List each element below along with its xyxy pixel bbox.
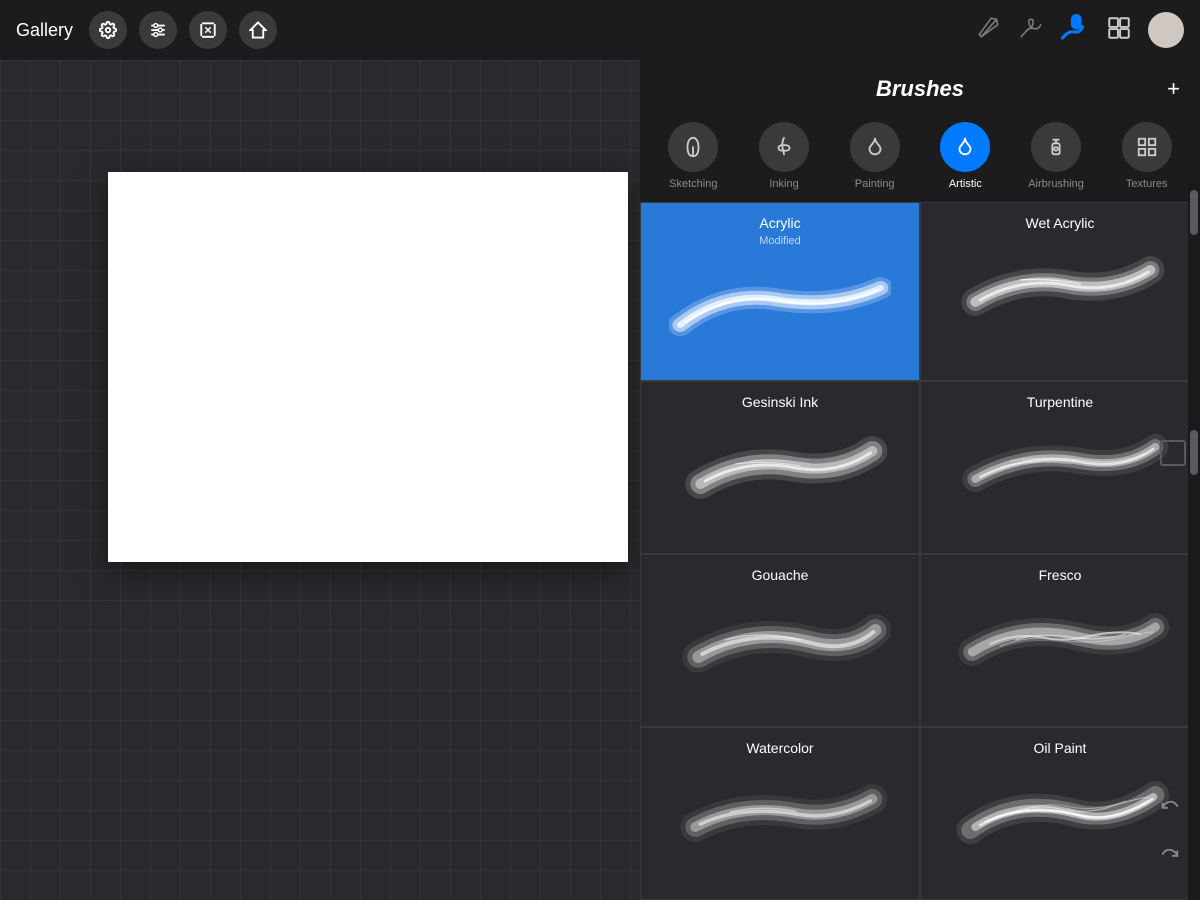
- inking-label: Inking: [769, 178, 798, 190]
- artistic-label: Artistic: [949, 178, 982, 190]
- painting-icon: [850, 122, 900, 172]
- brush-watercolor[interactable]: Watercolor: [640, 727, 920, 900]
- brush-watercolor-name: Watercolor: [746, 740, 813, 756]
- airbrushing-label: Airbrushing: [1028, 178, 1084, 190]
- toolbar-left-icons: [89, 11, 277, 49]
- brush-oil-paint-stroke: [929, 760, 1191, 860]
- brush-wet-acrylic[interactable]: Wet Acrylic: [920, 202, 1200, 381]
- user-avatar[interactable]: [1148, 12, 1184, 48]
- tab-painting[interactable]: Painting: [829, 122, 920, 190]
- brush-oil-paint-name: Oil Paint: [1034, 740, 1087, 756]
- brush-acrylic-subtitle: Modified: [759, 235, 801, 247]
- selection-button[interactable]: [239, 11, 277, 49]
- adjust-button[interactable]: [139, 11, 177, 49]
- brush-wet-acrylic-name: Wet Acrylic: [1026, 215, 1095, 231]
- top-toolbar: Gallery: [0, 0, 1200, 60]
- scrollbar-handle-top[interactable]: [1190, 190, 1198, 235]
- undo-redo-group: [1154, 790, 1186, 870]
- gallery-button[interactable]: Gallery: [16, 20, 73, 41]
- canvas-area: [0, 0, 640, 900]
- textures-label: Textures: [1126, 178, 1168, 190]
- brush-watercolor-stroke: [649, 760, 911, 860]
- brush-gouache[interactable]: Gouache: [640, 554, 920, 727]
- tab-airbrushing[interactable]: Airbrushing: [1011, 122, 1102, 190]
- airbrushing-icon: [1031, 122, 1081, 172]
- textures-icon: [1122, 122, 1172, 172]
- painting-label: Painting: [855, 178, 895, 190]
- drawing-canvas[interactable]: [108, 172, 628, 562]
- toolbar-right-icons: [976, 12, 1184, 48]
- brush-acrylic-name: Acrylic: [759, 215, 800, 231]
- brush-grid: Acrylic Modified Wet A: [640, 202, 1200, 900]
- settings-button[interactable]: [89, 11, 127, 49]
- pen-tool-button[interactable]: [976, 15, 1002, 46]
- brush-acrylic-stroke: [649, 255, 911, 355]
- brush-panel-title: Brushes: [876, 76, 964, 102]
- tab-sketching[interactable]: Sketching: [648, 122, 739, 190]
- tab-textures[interactable]: Textures: [1101, 122, 1192, 190]
- brush-fresco[interactable]: Fresco: [920, 554, 1200, 727]
- scrollbar-track: [1188, 60, 1200, 900]
- brush-tool-button[interactable]: [1060, 13, 1090, 48]
- tab-artistic[interactable]: Artistic: [920, 122, 1011, 190]
- sketching-icon: [668, 122, 718, 172]
- brush-gesinski-ink-stroke: [649, 414, 911, 514]
- brush-acrylic[interactable]: Acrylic Modified: [640, 202, 920, 381]
- brush-panel-header: Brushes +: [640, 60, 1200, 118]
- brush-fresco-name: Fresco: [1039, 567, 1082, 583]
- brush-fresco-stroke: [929, 587, 1191, 687]
- ink-tool-button[interactable]: [1018, 15, 1044, 46]
- brush-turpentine-stroke: [929, 414, 1191, 514]
- undo-button[interactable]: [1154, 790, 1186, 822]
- tab-inking[interactable]: Inking: [739, 122, 830, 190]
- inking-icon: [759, 122, 809, 172]
- scrollbar-handle-bottom[interactable]: [1190, 430, 1198, 475]
- brush-gesinski-ink-name: Gesinski Ink: [742, 394, 818, 410]
- transform-button[interactable]: [189, 11, 227, 49]
- layers-button[interactable]: [1106, 15, 1132, 46]
- redo-button[interactable]: [1154, 838, 1186, 870]
- brush-gouache-name: Gouache: [752, 567, 809, 583]
- layer-square-indicator: [1160, 440, 1186, 466]
- artistic-icon: [940, 122, 990, 172]
- brush-gesinski-ink[interactable]: Gesinski Ink: [640, 381, 920, 554]
- sketching-label: Sketching: [669, 178, 717, 190]
- add-brush-button[interactable]: +: [1167, 76, 1180, 102]
- brush-gouache-stroke: [649, 587, 911, 687]
- category-tabs: Sketching Inking Painting: [640, 118, 1200, 202]
- brush-wet-acrylic-stroke: [929, 235, 1191, 335]
- brush-panel: Brushes + Sketching Inking: [640, 60, 1200, 900]
- brush-turpentine[interactable]: Turpentine: [920, 381, 1200, 554]
- brush-turpentine-name: Turpentine: [1027, 394, 1093, 410]
